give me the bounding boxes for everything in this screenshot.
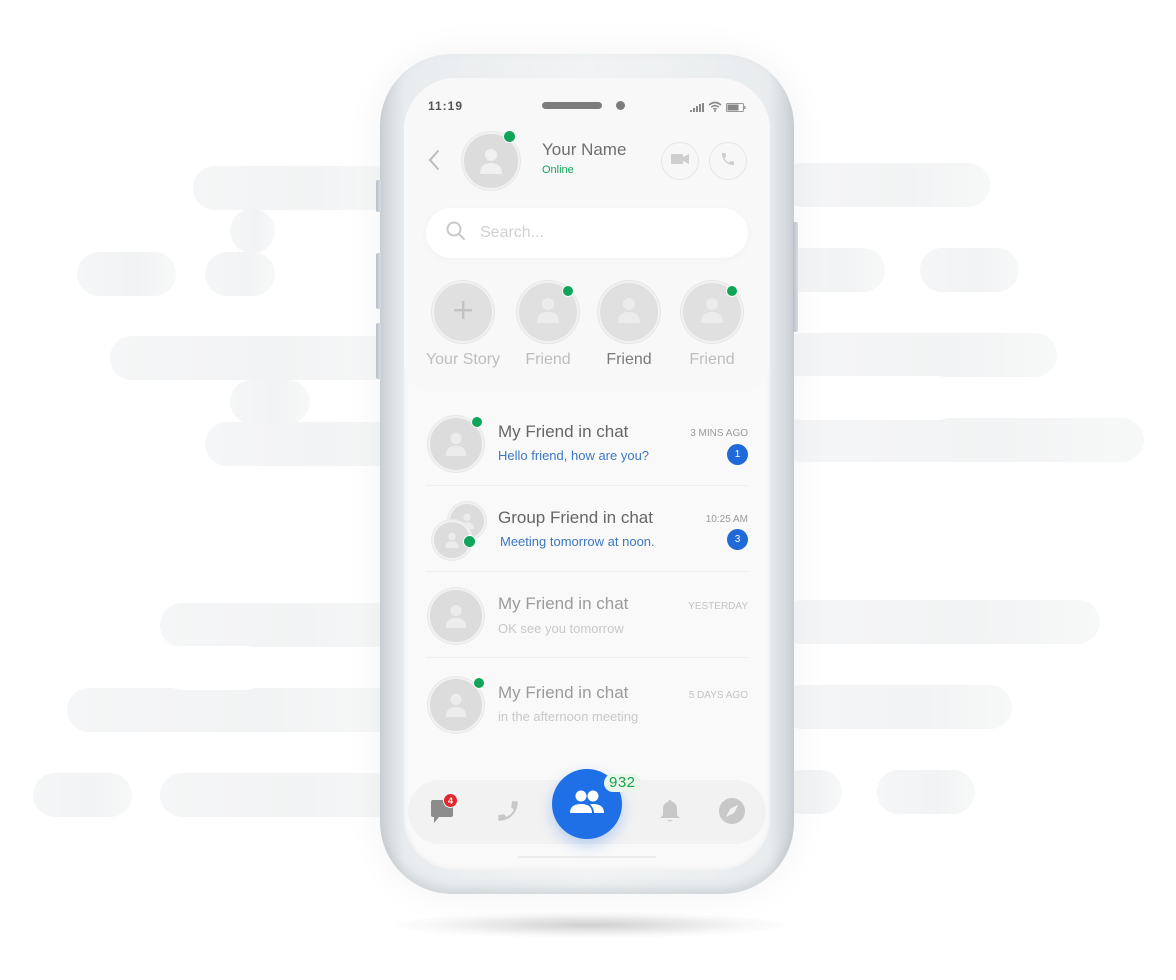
search-input[interactable] xyxy=(480,224,730,242)
nav-calls[interactable] xyxy=(491,796,525,830)
story-item[interactable]: Friend xyxy=(672,281,752,369)
home-indicator xyxy=(518,856,656,858)
video-camera-icon xyxy=(671,152,689,170)
chat-name: My Friend in chat xyxy=(498,594,629,613)
profile-status: Online xyxy=(542,164,574,176)
front-camera xyxy=(616,101,625,110)
search-icon xyxy=(446,221,466,246)
story-label: Friend xyxy=(525,351,571,368)
online-indicator xyxy=(463,535,476,548)
nav-discover[interactable] xyxy=(715,796,749,830)
users-icon xyxy=(568,789,606,820)
status-time: 11:19 xyxy=(428,99,464,113)
chat-avatar xyxy=(428,588,484,644)
chat-message-preview: Hello friend, how are you? xyxy=(498,448,650,463)
chat-message-preview: in the afternoon meeting xyxy=(498,709,639,724)
story-item[interactable]: Friend xyxy=(589,281,669,369)
story-label: Friend xyxy=(606,351,652,368)
wifi-icon xyxy=(708,99,722,117)
story-add[interactable]: Your Story xyxy=(423,281,503,369)
nav-notifications[interactable] xyxy=(653,796,687,830)
profile-name: Your Name xyxy=(542,140,627,159)
user-silhouette-icon xyxy=(444,692,468,718)
add-story-circle xyxy=(432,281,494,343)
user-silhouette-icon xyxy=(444,603,468,629)
user-silhouette-icon xyxy=(699,296,725,329)
nav-messages[interactable]: 4 xyxy=(425,793,459,830)
video-call-button[interactable] xyxy=(661,142,699,180)
contacts-count: 932 xyxy=(604,774,641,792)
user-silhouette-icon xyxy=(444,431,468,457)
chat-name: My Friend in chat xyxy=(498,683,629,702)
story-avatar xyxy=(517,281,579,343)
chat-item[interactable]: Group Friend in chat Meeting tomorrow at… xyxy=(426,486,748,572)
user-silhouette-icon xyxy=(444,531,460,549)
story-label: Your Story xyxy=(425,351,501,368)
bell-icon xyxy=(658,798,682,829)
chat-timestamp: 10:25 AM xyxy=(705,514,748,525)
plus-icon xyxy=(453,300,473,325)
online-indicator xyxy=(726,285,738,297)
online-indicator xyxy=(503,130,516,143)
voice-call-button[interactable] xyxy=(709,142,747,180)
user-silhouette-icon xyxy=(478,147,504,175)
chat-message-preview: OK see you tomorrow xyxy=(498,621,624,636)
user-silhouette-icon xyxy=(616,296,642,329)
speaker-grille xyxy=(542,102,602,109)
divider xyxy=(426,657,748,658)
chat-timestamp: YESTERDAY xyxy=(688,601,748,612)
unread-badge: 3 xyxy=(727,529,748,550)
online-indicator xyxy=(562,285,574,297)
search-bar[interactable] xyxy=(426,208,748,258)
user-silhouette-icon xyxy=(535,296,561,329)
compass-icon xyxy=(718,797,746,830)
power-button xyxy=(793,222,798,332)
mute-switch xyxy=(376,180,381,212)
story-item[interactable]: Friend xyxy=(508,281,588,369)
phone-screen: 11:19 Your Name Online Search... Your St… xyxy=(404,78,770,870)
chevron-left-icon xyxy=(428,149,440,176)
messages-badge: 4 xyxy=(443,793,458,808)
signal-icon xyxy=(690,99,704,117)
phone-icon xyxy=(720,151,736,172)
online-indicator xyxy=(473,677,485,689)
chat-timestamp: 3 MINS AGO xyxy=(690,428,748,439)
phone-icon xyxy=(495,798,521,829)
back-button[interactable] xyxy=(424,148,444,176)
volume-up-button xyxy=(376,253,381,309)
battery-icon xyxy=(726,99,746,117)
online-indicator xyxy=(471,416,483,428)
chat-item[interactable]: My Friend in chat Hello friend, how are … xyxy=(426,400,748,486)
chat-name: Group Friend in chat xyxy=(498,508,653,527)
chat-name: My Friend in chat xyxy=(498,422,629,441)
chat-timestamp: 5 DAYS AGO xyxy=(688,690,748,701)
chat-item[interactable]: My Friend in chat OK see you tomorrow YE… xyxy=(426,572,748,658)
unread-badge: 1 xyxy=(727,444,748,465)
volume-down-button xyxy=(376,323,381,379)
story-avatar xyxy=(598,281,660,343)
chat-message-preview: Meeting tomorrow at noon. xyxy=(500,534,655,549)
phone-shadow xyxy=(395,912,785,938)
story-label: Friend xyxy=(689,351,735,368)
status-icons xyxy=(690,99,746,117)
story-avatar xyxy=(681,281,743,343)
chat-item[interactable]: My Friend in chat in the afternoon meeti… xyxy=(426,659,748,745)
